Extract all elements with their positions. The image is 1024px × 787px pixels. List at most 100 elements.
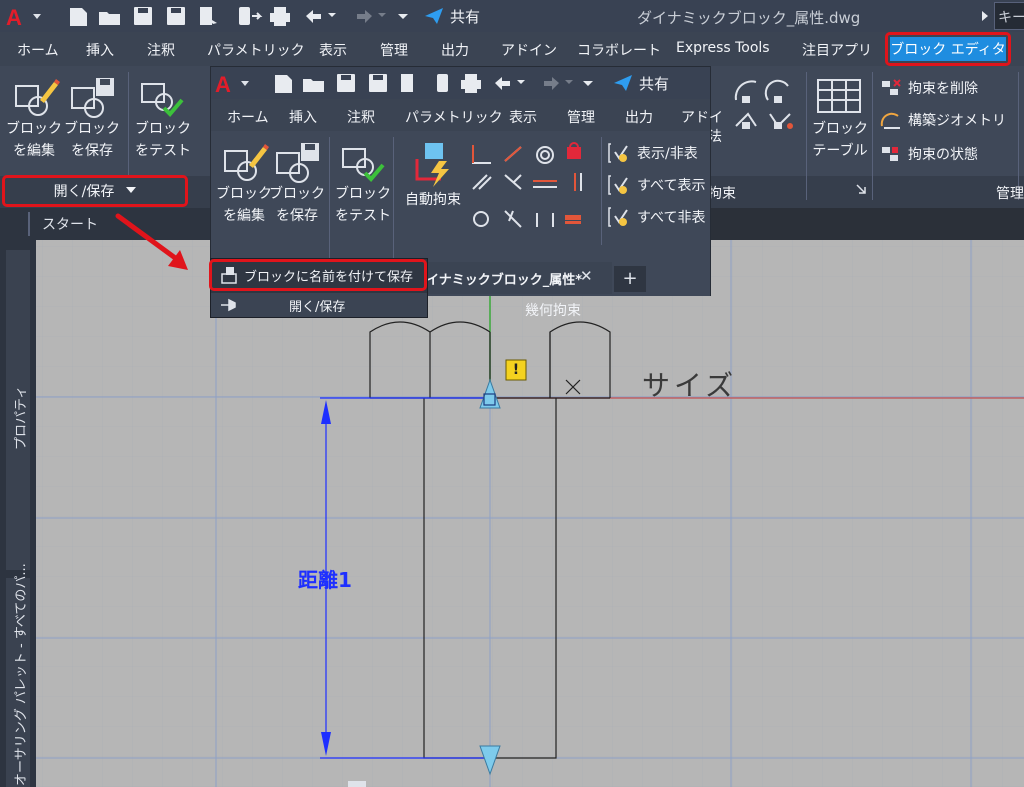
overlay-title-bar: A 共有 — [211, 67, 710, 99]
open-save-label: 開く/保存 — [53, 184, 115, 200]
tab-block-editor-fill: ブロック エディタ — [890, 37, 1006, 61]
authoring-palette-tab[interactable]: オーサリング パレット - すべてのパ... — [6, 563, 30, 787]
auto-constrain-button[interactable]: 自動拘束 — [397, 139, 469, 223]
table-icon — [817, 79, 861, 113]
overlay-tab-insert[interactable]: 挿入 — [289, 107, 317, 127]
open-save-menu-item[interactable]: 開く/保存 — [211, 293, 427, 317]
save-block-as-menu-item[interactable]: ブロックに名前を付けて保存 — [209, 259, 427, 291]
document-title: ダイナミックブロック_属性.dwg — [637, 9, 861, 27]
tab-output[interactable]: 出力 — [441, 40, 469, 60]
overlay-tab-addins[interactable]: アドイ — [681, 107, 723, 127]
save-block-label-2: を保存 — [71, 143, 113, 159]
show-hide-button[interactable]: 表示/非表 — [607, 141, 698, 165]
ribbon-separator — [128, 72, 129, 176]
overlay-tab-output[interactable]: 出力 — [625, 107, 653, 127]
save-block-icon — [71, 78, 114, 118]
constraint-state-icon — [882, 147, 898, 161]
start-tab-label: スタート — [42, 217, 98, 233]
overlay-tab-home[interactable]: ホーム — [227, 107, 269, 127]
tab-insert[interactable]: 挿入 — [86, 40, 114, 60]
overlay-save-block-label-2: を保存 — [276, 208, 318, 224]
share-button[interactable]: 共有 — [424, 5, 480, 27]
block-table-label-1: ブロック — [812, 121, 868, 137]
hide-all-label: すべて非表 — [637, 210, 706, 226]
caret-down-icon — [126, 187, 137, 193]
share-label: 共有 — [450, 7, 481, 26]
tab-view[interactable]: 表示 — [319, 40, 347, 60]
properties-palette-tab[interactable]: プロパティ — [6, 250, 30, 570]
show-all-button[interactable]: すべて表示 — [607, 173, 705, 197]
search-input[interactable]: キー — [994, 2, 1024, 30]
overlay-test-block-button[interactable]: ブロック をテスト — [335, 139, 391, 239]
show-hide-label: 表示/非表 — [637, 146, 698, 162]
show-all-icon — [608, 175, 628, 195]
save-block-label-1: ブロック — [64, 121, 120, 137]
warning-icon[interactable]: ! — [506, 360, 526, 380]
delete-constraint-button[interactable]: 拘束を削除 — [880, 76, 978, 100]
constraint-icons[interactable] — [730, 76, 798, 136]
ribbon-tabs: ホーム 挿入 注釈 パラメトリック 表示 管理 出力 アドイン コラボレート E… — [0, 32, 1024, 66]
tab-block-editor[interactable]: ブロック エディタ — [885, 32, 1011, 66]
overlay-app-logo-icon[interactable]: A — [215, 71, 253, 95]
auto-constrain-icon — [415, 143, 449, 187]
authoring-palette-label: オーサリング パレット - すべてのパ... — [14, 563, 29, 786]
edit-block-icon — [15, 79, 60, 116]
properties-palette-label: プロパティ — [14, 385, 29, 450]
chevron-right-icon[interactable] — [980, 8, 990, 24]
tab-featured-apps[interactable]: 注目アプリ — [802, 40, 872, 60]
block-table-label-2: テーブル — [812, 143, 868, 159]
tab-collaborate[interactable]: コラボレート — [577, 40, 661, 60]
open-save-panel-button[interactable]: 開く/保存 — [2, 175, 188, 207]
tab-annotate[interactable]: 注釈 — [147, 40, 175, 60]
document-tab[interactable]: イナミックブロック_属性* ✕ — [416, 262, 612, 294]
tab-express-tools[interactable]: Express Tools — [676, 40, 770, 56]
auto-constrain-label: 自動拘束 — [405, 192, 461, 208]
document-tab-label: イナミックブロック_属性* — [426, 273, 583, 288]
tab-block-editor-label: ブロック エディタ — [890, 42, 1006, 58]
drawing-canvas[interactable]: ! サイズ 距離1 — [36, 240, 1024, 787]
overlay-edit-block-label-1: ブロック — [216, 186, 272, 202]
overlay-tab-view[interactable]: 表示 — [509, 107, 537, 127]
overlay-tab-manage[interactable]: 管理 — [567, 107, 595, 127]
test-block-label-2: をテスト — [135, 143, 191, 159]
overlay-tab-parametric[interactable]: パラメトリック — [405, 107, 503, 127]
constraint-partial-label: 拘束 — [708, 186, 736, 202]
overlay-test-block-label-1: ブロック — [335, 186, 391, 202]
construction-geometry-icon — [880, 112, 900, 129]
edit-block-button[interactable]: ブロック を編集 — [6, 74, 62, 174]
constraint-state-button[interactable]: 拘束の状態 — [880, 142, 978, 166]
open-save-flyout: ブロックに名前を付けて保存 開く/保存 — [209, 258, 428, 318]
overlay-edit-block-icon — [224, 144, 269, 181]
send-icon — [425, 8, 443, 24]
block-table-button[interactable]: ブロック テーブル — [812, 74, 868, 174]
tab-manage[interactable]: 管理 — [380, 40, 408, 60]
hide-all-button[interactable]: すべて非表 — [607, 205, 705, 229]
overlay-quick-access-toolbar — [275, 74, 593, 93]
geometric-constraint-icons[interactable] — [469, 141, 589, 231]
overlay-ribbon-tabs: ホーム 挿入 注釈 パラメトリック 表示 管理 出力 アドイ — [211, 99, 723, 131]
overlay-tab-annotate[interactable]: 注釈 — [347, 107, 375, 127]
svg-text:A: A — [215, 72, 231, 95]
tab-home[interactable]: ホーム — [17, 40, 59, 60]
edit-block-label-1: ブロック — [6, 121, 62, 137]
tab-addins[interactable]: アドイン — [501, 40, 557, 60]
overlay-share-button[interactable]: 共有 — [613, 72, 669, 94]
overlay-edit-block-button[interactable]: ブロック を編集 — [215, 139, 273, 239]
distance-parameter-label[interactable]: 距離1 — [298, 564, 352, 593]
pin-icon[interactable] — [219, 297, 245, 313]
size-attribute-label[interactable]: サイズ — [642, 364, 737, 404]
app-logo-icon[interactable]: A — [6, 4, 44, 28]
close-tab-icon[interactable]: ✕ — [580, 267, 593, 285]
save-block-button[interactable]: ブロック を保存 — [64, 74, 120, 174]
new-tab-button[interactable]: + — [614, 266, 646, 292]
test-block-button[interactable]: ブロック をテスト — [134, 74, 192, 174]
tab-parametric[interactable]: パラメトリック — [207, 40, 305, 60]
test-block-icon — [141, 83, 184, 117]
overlay-separator — [329, 137, 330, 265]
start-tab-handle — [28, 212, 30, 236]
quick-access-toolbar — [66, 4, 426, 28]
construction-geometry-button[interactable]: 構築ジオメトリ — [880, 108, 1006, 132]
launcher-arrow-icon[interactable] — [856, 184, 866, 194]
left-palette-bar: プロパティ オーサリング パレット - すべてのパ... — [0, 240, 36, 787]
overlay-save-block-button[interactable]: ブロック を保存 — [269, 139, 325, 239]
